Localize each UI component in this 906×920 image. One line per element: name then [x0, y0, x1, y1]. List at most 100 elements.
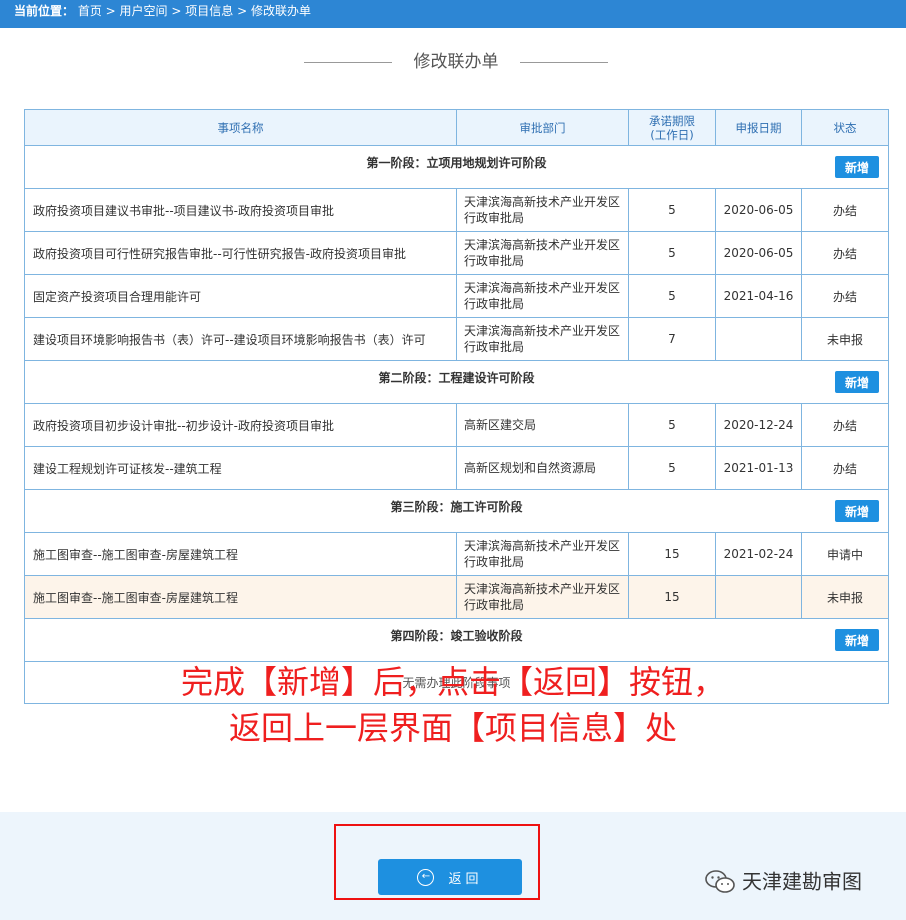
table-row[interactable]: 政府投资项目建议书审批--项目建议书-政府投资项目审批 天津滨海高新技术产业开发… — [24, 188, 889, 232]
header-apply-date: 申报日期 — [715, 109, 802, 146]
dept-line1: 天津滨海高新技术产业开发区 — [464, 582, 621, 596]
item-status: 办结 — [801, 403, 889, 447]
item-deadline: 15 — [628, 575, 716, 619]
table-row[interactable]: 政府投资项目可行性研究报告审批--可行性研究报告-政府投资项目审批 天津滨海高新… — [24, 231, 889, 275]
add-button[interactable]: 新增 — [835, 371, 879, 393]
page-title-area: 修改联办单 — [0, 48, 906, 76]
breadcrumb-sep: > — [101, 4, 120, 18]
breadcrumb-current: 修改联办单 — [250, 4, 311, 18]
back-button[interactable]: ← 返回 — [378, 859, 522, 895]
table-row[interactable]: 施工图审查--施工图审查-房屋建筑工程 天津滨海高新技术产业开发区 行政审批局 1… — [24, 532, 889, 576]
breadcrumb-project-info[interactable]: 项目信息 — [185, 4, 233, 18]
item-status: 办结 — [801, 231, 889, 275]
item-deadline: 5 — [628, 403, 716, 447]
item-apply-date: 2021-02-24 — [715, 532, 802, 576]
item-department: 天津滨海高新技术产业开发区 行政审批局 — [456, 274, 629, 318]
arrow-left-circle-icon: ← — [417, 868, 435, 886]
item-deadline: 5 — [628, 446, 716, 490]
stage-name: 第四阶段：竣工验收阶段 — [390, 629, 523, 643]
item-name: 政府投资项目可行性研究报告审批--可行性研究报告-政府投资项目审批 — [24, 231, 457, 275]
dept-line2: 行政审批局 — [464, 555, 525, 569]
stage-row: 第四阶段：竣工验收阶段 新增 — [24, 618, 889, 662]
table-row[interactable]: 政府投资项目初步设计审批--初步设计-政府投资项目审批 高新区建交局 5 202… — [24, 403, 889, 447]
item-deadline: 5 — [628, 231, 716, 275]
header-status: 状态 — [801, 109, 889, 146]
item-status: 申请中 — [801, 532, 889, 576]
item-deadline: 7 — [628, 317, 716, 361]
stage-name: 第二阶段：工程建设许可阶段 — [378, 371, 535, 385]
item-department: 天津滨海高新技术产业开发区 行政审批局 — [456, 575, 629, 619]
header-department: 审批部门 — [456, 109, 629, 146]
table-row[interactable]: 建设项目环境影响报告书（表）许可--建设项目环境影响报告书（表）许可 天津滨海高… — [24, 317, 889, 361]
item-name: 固定资产投资项目合理用能许可 — [24, 274, 457, 318]
dept-line2: 行政审批局 — [464, 211, 525, 225]
breadcrumb-bar: 当前位置： 首页 > 用户空间 > 项目信息 > 修改联办单 — [0, 0, 906, 28]
breadcrumb-sep: > — [167, 4, 186, 18]
back-button-label: 返回 — [448, 871, 483, 887]
header-item-name: 事项名称 — [24, 109, 457, 146]
item-name: 政府投资项目初步设计审批--初步设计-政府投资项目审批 — [24, 403, 457, 447]
item-deadline: 5 — [628, 274, 716, 318]
header-deadline-line1: 承诺期限 — [649, 113, 695, 128]
table-row[interactable]: 施工图审查--施工图审查-房屋建筑工程 天津滨海高新技术产业开发区 行政审批局 1… — [24, 575, 889, 619]
approval-items-table: 事项名称 审批部门 承诺期限 (工作日) 申报日期 状态 第一阶段：立项用地规划许… — [24, 109, 889, 704]
stage-cell: 第四阶段：竣工验收阶段 新增 — [24, 618, 889, 662]
dept-line1: 天津滨海高新技术产业开发区 — [464, 195, 621, 209]
add-button[interactable]: 新增 — [835, 156, 879, 178]
item-status: 办结 — [801, 274, 889, 318]
dept-line1: 天津滨海高新技术产业开发区 — [464, 539, 621, 553]
dept-line1: 天津滨海高新技术产业开发区 — [464, 238, 621, 252]
table-row[interactable]: 建设工程规划许可证核发--建筑工程 高新区规划和自然资源局 5 2021-01-… — [24, 446, 889, 490]
title-divider-left — [304, 62, 392, 63]
item-department: 天津滨海高新技术产业开发区 行政审批局 — [456, 532, 629, 576]
item-status: 未申报 — [801, 317, 889, 361]
annotation-line2: 返回上一层界面【项目信息】处 — [228, 709, 677, 747]
item-department: 高新区规划和自然资源局 — [456, 446, 629, 490]
item-apply-date — [715, 575, 802, 619]
item-name: 施工图审查--施工图审查-房屋建筑工程 — [24, 532, 457, 576]
title-divider-right — [520, 62, 608, 63]
item-apply-date: 2020-12-24 — [715, 403, 802, 447]
dept-line2: 行政审批局 — [464, 254, 525, 268]
stage-row: 第二阶段：工程建设许可阶段 新增 — [24, 360, 889, 404]
stage-cell: 第一阶段：立项用地规划许可阶段 新增 — [24, 145, 889, 189]
item-name: 建设项目环境影响报告书（表）许可--建设项目环境影响报告书（表）许可 — [24, 317, 457, 361]
add-button[interactable]: 新增 — [835, 500, 879, 522]
item-apply-date: 2020-06-05 — [715, 231, 802, 275]
breadcrumb-label: 当前位置： — [14, 4, 75, 18]
stage-row: 第一阶段：立项用地规划许可阶段 新增 — [24, 145, 889, 189]
item-status: 未申报 — [801, 575, 889, 619]
item-apply-date: 2021-04-16 — [715, 274, 802, 318]
table-header-row: 事项名称 审批部门 承诺期限 (工作日) 申报日期 状态 — [24, 109, 889, 146]
header-deadline-line2: (工作日) — [650, 127, 694, 142]
stage-row: 第三阶段：施工许可阶段 新增 — [24, 489, 889, 533]
breadcrumb-home[interactable]: 首页 — [78, 4, 102, 18]
item-apply-date: 2020-06-05 — [715, 188, 802, 232]
breadcrumb-sep: > — [233, 4, 251, 18]
page-title: 修改联办单 — [413, 52, 499, 72]
item-name: 施工图审查--施工图审查-房屋建筑工程 — [24, 575, 457, 619]
breadcrumb-user-space[interactable]: 用户空间 — [120, 4, 168, 18]
item-name: 建设工程规划许可证核发--建筑工程 — [24, 446, 457, 490]
item-department: 天津滨海高新技术产业开发区 行政审批局 — [456, 231, 629, 275]
header-deadline: 承诺期限 (工作日) — [628, 109, 716, 146]
item-apply-date: 2021-01-13 — [715, 446, 802, 490]
item-department: 天津滨海高新技术产业开发区 行政审批局 — [456, 188, 629, 232]
item-name: 政府投资项目建议书审批--项目建议书-政府投资项目审批 — [24, 188, 457, 232]
dept-line1: 天津滨海高新技术产业开发区 — [464, 324, 621, 338]
table-row[interactable]: 固定资产投资项目合理用能许可 天津滨海高新技术产业开发区 行政审批局 5 2021… — [24, 274, 889, 318]
watermark-text: 天津建勘审图 — [742, 869, 862, 894]
add-button[interactable]: 新增 — [835, 629, 879, 651]
stage-name: 第一阶段：立项用地规划许可阶段 — [366, 156, 547, 170]
dept-line2: 行政审批局 — [464, 297, 525, 311]
item-apply-date — [715, 317, 802, 361]
item-deadline: 15 — [628, 532, 716, 576]
wechat-icon — [704, 869, 736, 895]
item-deadline: 5 — [628, 188, 716, 232]
item-status: 办结 — [801, 446, 889, 490]
item-department: 高新区建交局 — [456, 403, 629, 447]
watermark: 天津建勘审图 — [704, 866, 862, 894]
annotation-line1: 完成【新增】后，点击【返回】按钮， — [180, 663, 725, 701]
dept-line2: 行政审批局 — [464, 598, 525, 612]
stage-cell: 第三阶段：施工许可阶段 新增 — [24, 489, 889, 533]
